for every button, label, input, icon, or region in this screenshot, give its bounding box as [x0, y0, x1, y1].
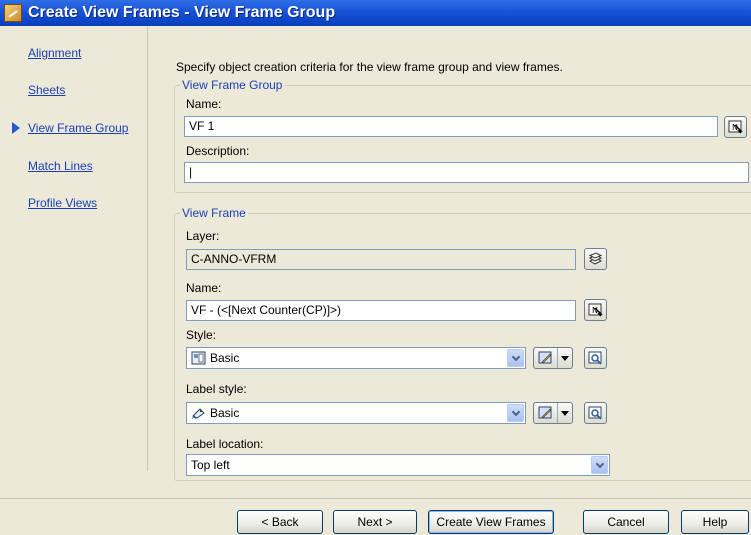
app-icon	[4, 4, 22, 22]
cancel-button[interactable]: Cancel	[583, 510, 669, 534]
layer-button[interactable]	[584, 248, 607, 270]
group-name-label: Name:	[186, 97, 222, 111]
label-style-label: Label style:	[186, 382, 247, 396]
label-location-value: Top left	[191, 458, 230, 472]
chevron-down-icon	[561, 410, 569, 416]
chevron-down-icon	[561, 355, 569, 361]
view-frame-group-legend: View Frame Group	[180, 78, 285, 92]
nav-item-sheets[interactable]: Sheets	[28, 83, 65, 97]
group-name-pick-button[interactable]: N	[724, 116, 747, 138]
intro-text: Specify object creation criteria for the…	[176, 60, 563, 74]
preview-style-icon	[588, 351, 602, 365]
window-title: Create View Frames - View Frame Group	[28, 4, 336, 21]
preview-label-style-icon	[588, 406, 602, 420]
style-preview-button[interactable]	[584, 347, 607, 369]
style-value: Basic	[210, 351, 240, 365]
next-button[interactable]: Next >	[333, 510, 417, 534]
frame-name-pick-icon: N	[588, 303, 603, 317]
back-button[interactable]: < Back	[237, 510, 323, 534]
edit-label-style-icon	[538, 406, 552, 419]
bottom-divider	[0, 498, 751, 499]
label-style-preview-button[interactable]	[584, 402, 607, 424]
style-edit-button[interactable]	[533, 347, 573, 369]
style-label: Style:	[186, 328, 217, 342]
title-bar: Create View Frames - View Frame Group	[0, 0, 751, 26]
nav-item-alignment[interactable]: Alignment	[28, 46, 81, 60]
nav-item-view-frame-group[interactable]: View Frame Group	[28, 121, 128, 135]
label-style-edit-button[interactable]	[533, 402, 573, 424]
style-dropdown-arrow-icon[interactable]	[507, 349, 524, 367]
wizard-nav: Alignment Sheets View Frame Group Match …	[0, 26, 148, 471]
nav-item-profile-views[interactable]: Profile Views	[28, 196, 97, 210]
create-view-frames-button[interactable]: Create View Frames	[428, 510, 554, 534]
frame-name-pick-button[interactable]: N	[584, 299, 607, 321]
frame-name-field[interactable]: VF - (<[Next Counter(CP)]>)	[186, 300, 576, 321]
label-location-dropdown-arrow-icon[interactable]	[591, 456, 608, 474]
frame-name-label: Name:	[186, 281, 222, 295]
label-style-value: Basic	[210, 406, 240, 420]
nav-item-match-lines[interactable]: Match Lines	[28, 159, 93, 173]
layer-field: C-ANNO-VFRM	[186, 249, 576, 270]
group-description-field[interactable]: |	[184, 162, 749, 183]
layer-label: Layer:	[186, 229, 220, 243]
label-location-dropdown[interactable]: Top left	[186, 454, 610, 476]
label-style-icon: A	[192, 408, 205, 420]
layer-stack-icon	[588, 252, 603, 265]
label-style-dropdown-arrow-icon[interactable]	[507, 404, 524, 422]
pick-from-drawing-icon: N	[728, 120, 743, 134]
label-style-dropdown[interactable]: A Basic	[186, 402, 526, 424]
group-name-field[interactable]: VF 1	[184, 116, 718, 137]
help-button[interactable]: Help	[681, 510, 749, 534]
style-dropdown[interactable]: Basic	[186, 347, 526, 369]
group-description-label: Description:	[186, 144, 250, 158]
view-frame-style-icon	[191, 351, 206, 365]
current-page-arrow-icon	[12, 122, 20, 134]
label-location-label: Label location:	[186, 437, 264, 451]
edit-style-icon	[538, 351, 552, 364]
view-frame-legend: View Frame	[180, 206, 248, 220]
